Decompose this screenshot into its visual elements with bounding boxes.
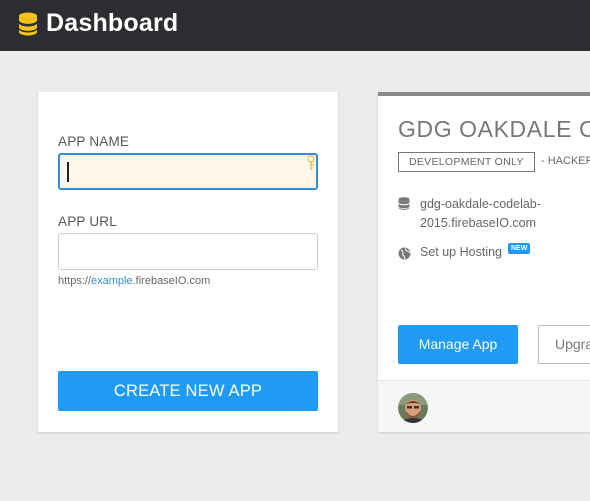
new-badge: NEW <box>508 243 531 254</box>
plan-label: - HACKER PLAN <box>541 155 590 167</box>
create-new-app-button[interactable]: CREATE NEW APP <box>58 371 318 411</box>
app-card: GDG OAKDALE CODELAB DEVELOPMENT ONLY - H… <box>378 92 590 432</box>
create-app-card: APP NAME APP URL https://example.firebas… <box>38 92 338 432</box>
app-card-title[interactable]: GDG OAKDALE CODELAB <box>398 116 590 143</box>
app-url-label: APP URL <box>58 214 117 229</box>
globe-icon <box>398 247 411 260</box>
upgrade-button[interactable]: Upgrade <box>538 325 590 364</box>
url-hint: https://example.firebaseIO.com <box>58 275 210 287</box>
top-bar: Dashboard <box>0 0 590 51</box>
database-url-line1: gdg-oakdale-codelab- <box>420 197 541 211</box>
status-badge: DEVELOPMENT ONLY <box>398 152 535 172</box>
app-card-footer <box>378 380 590 432</box>
app-url-input[interactable] <box>58 233 318 270</box>
manage-app-button[interactable]: Manage App <box>398 325 518 364</box>
avatar[interactable] <box>398 393 428 423</box>
app-title: Dashboard <box>46 9 179 37</box>
url-hint-example: example <box>91 275 133 287</box>
database-url-line2: 2015.firebaseIO.com <box>420 216 537 230</box>
app-name-input[interactable] <box>58 153 318 190</box>
url-hint-prefix: https:// <box>58 275 92 287</box>
text-caret <box>67 162 69 182</box>
database-icon <box>18 12 38 36</box>
app-name-label: APP NAME <box>58 134 130 149</box>
setup-hosting-link[interactable]: Set up Hosting <box>420 245 502 259</box>
database-url[interactable]: gdg-oakdale-codelab- 2015.firebaseIO.com <box>420 195 580 233</box>
database-icon <box>398 197 410 210</box>
url-hint-suffix: .firebaseIO.com <box>132 275 211 287</box>
key-icon[interactable] <box>306 155 316 171</box>
